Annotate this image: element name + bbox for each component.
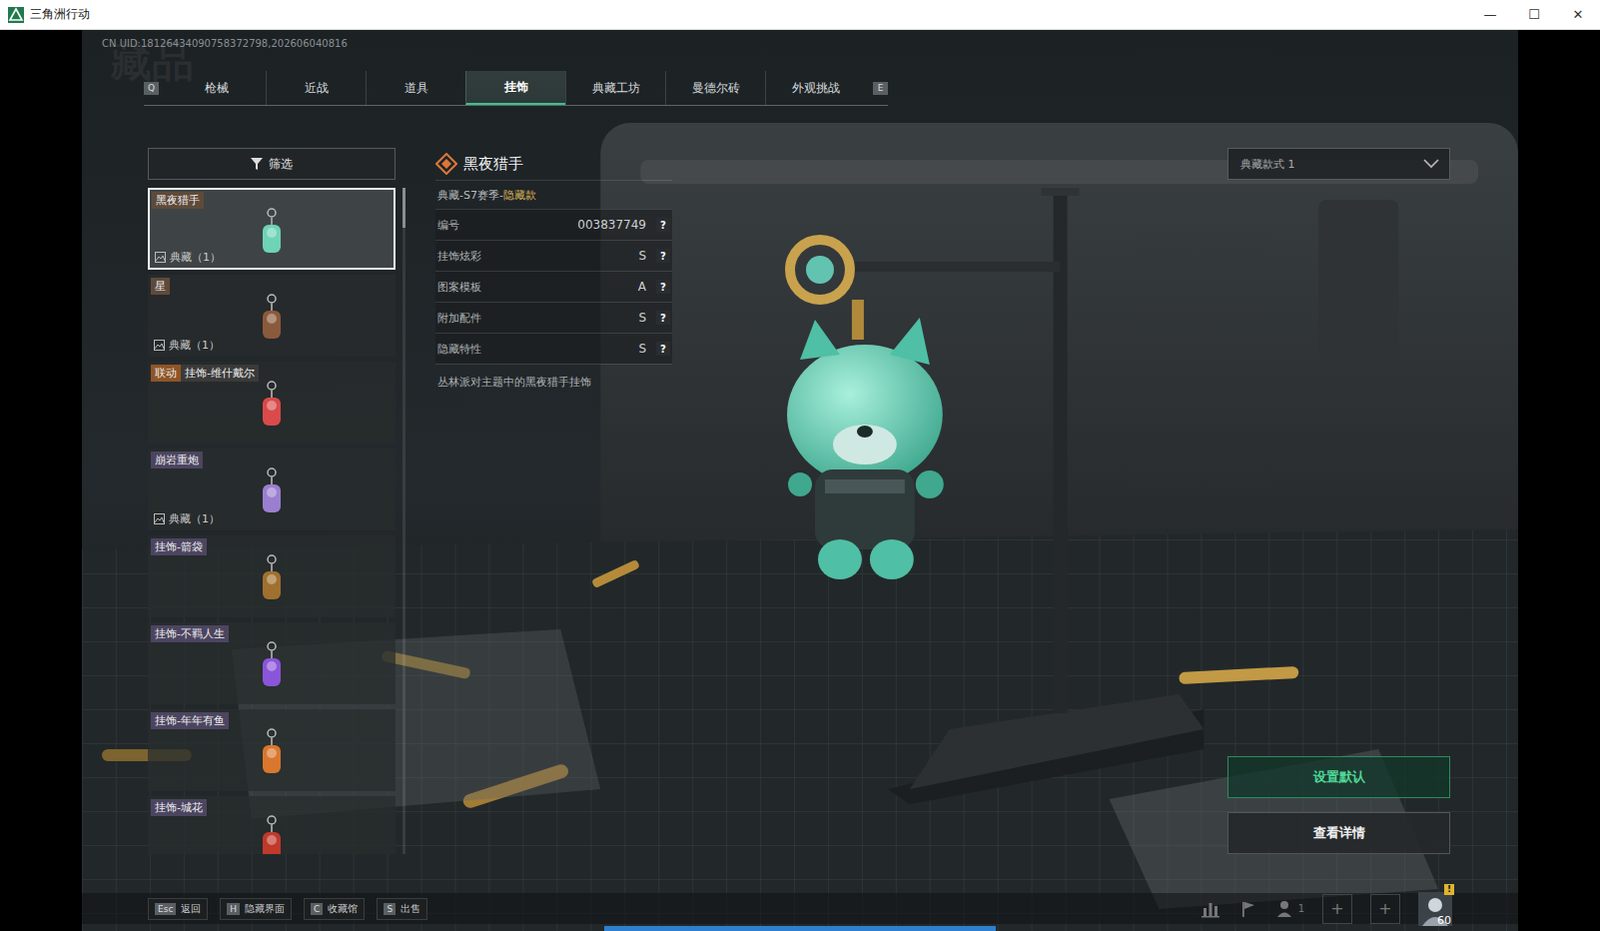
item-card[interactable]: 联动挂饰-维什戴尔 — [147, 361, 396, 444]
help-button[interactable]: ? — [656, 248, 671, 263]
key-hint[interactable]: Esc返回 — [147, 897, 208, 920]
key-hint[interactable]: C收藏馆 — [303, 897, 365, 920]
item-label: 挂饰-不羁人生 — [150, 625, 229, 643]
style-dropdown[interactable]: 典藏款式 1 — [1227, 147, 1451, 180]
item-footer: 典藏（1） — [154, 249, 221, 265]
tab[interactable]: 外观挑战 — [765, 70, 865, 105]
prev-tab-key[interactable]: Q — [143, 81, 159, 95]
image-icon — [153, 513, 165, 525]
item-card[interactable]: 挂饰-城花 — [147, 796, 396, 854]
rarity-diamond-icon — [435, 152, 458, 175]
party-indicator[interactable]: 1 — [1276, 899, 1305, 918]
window-control[interactable]: ✕ — [1556, 6, 1600, 22]
chevron-down-icon — [1423, 158, 1440, 169]
title-bar: 三角洲行动 —☐✕ — [0, 0, 1600, 30]
attribute-row: 图案模板A? — [435, 270, 673, 302]
item-card[interactable]: 星典藏（1） — [147, 274, 396, 357]
player-level: 60 — [1437, 913, 1452, 927]
detail-title: 黑夜猎手 — [435, 147, 673, 180]
item-footer: 典藏（1） — [153, 511, 220, 527]
charm-thumbnail-icon — [254, 553, 289, 606]
attribute-row: 附加配件S? — [435, 301, 673, 333]
item-label: 挂饰-年年有鱼 — [150, 712, 229, 730]
game-viewport: 藏品CN UID:18126434090758372798,2026060408… — [81, 29, 1519, 931]
detail-panel: 黑夜猎手典藏-S7赛季-隐藏款编号003837749?挂饰炫彩S?图案模板A?附… — [435, 147, 673, 854]
flag-icon[interactable] — [1238, 899, 1259, 918]
add-member-slot[interactable]: + — [1370, 893, 1401, 924]
help-button[interactable]: ? — [656, 341, 671, 356]
item-card[interactable]: 挂饰-箭袋 — [147, 535, 396, 618]
bottom-bar: Esc返回 H隐藏界面 C收藏馆 S出售 1 + + !60 — [81, 892, 1519, 924]
category-tabs: Q 枪械近战道具挂饰典藏工坊曼德尔砖外观挑战 E — [143, 70, 888, 106]
tab[interactable]: 枪械 — [166, 70, 266, 105]
filter-button[interactable]: 筛选 — [147, 147, 396, 180]
item-label: 挂饰-维什戴尔 — [180, 364, 259, 382]
window-control[interactable]: ☐ — [1512, 6, 1557, 22]
item-list: 黑夜猎手典藏（1）星典藏（1）联动挂饰-维什戴尔崩岩重炮典藏（1）挂饰-箭袋挂饰… — [147, 187, 396, 854]
charm-thumbnail-icon — [254, 727, 289, 780]
item-label: 崩岩重炮 — [150, 451, 203, 469]
rarity-text: 典藏-S7赛季-隐藏款 — [435, 179, 673, 209]
help-button[interactable]: ? — [656, 217, 671, 232]
window-title: 三角洲行动 — [29, 5, 90, 23]
description: 丛林派对主题中的黑夜猎手挂饰 — [435, 363, 673, 400]
charm-thumbnail-icon — [254, 206, 289, 259]
item-card[interactable]: 黑夜猎手典藏（1） — [147, 187, 396, 270]
item-card[interactable]: 崩岩重炮典藏（1） — [147, 448, 396, 531]
action-button[interactable]: 查看详情 — [1227, 811, 1451, 854]
charm-thumbnail-icon — [254, 466, 289, 519]
attribute-row: 隐藏特性S? — [435, 332, 673, 364]
person-icon — [1276, 899, 1297, 918]
filter-icon — [250, 157, 263, 170]
attribute-row: 挂饰炫彩S? — [435, 239, 673, 271]
alert-badge: ! — [1444, 883, 1455, 895]
app-window: 三角洲行动 —☐✕ 藏品CN UID:18126434090758372798,20… — [0, 0, 1600, 931]
item-card[interactable]: 挂饰-不羁人生 — [147, 622, 396, 705]
help-button[interactable]: ? — [656, 310, 671, 325]
stats-icon[interactable] — [1200, 899, 1221, 918]
key-hint[interactable]: H隐藏界面 — [219, 897, 292, 920]
charm-thumbnail-icon — [254, 640, 289, 693]
uid-text: CN UID:18126434090758372798,202606040816 — [81, 35, 1519, 52]
item-label: 挂饰-箭袋 — [150, 538, 207, 556]
night-hunter-charm-icon — [787, 239, 944, 580]
letterbox-left — [0, 29, 82, 931]
item-list-panel: 筛选黑夜猎手典藏（1）星典藏（1）联动挂饰-维什戴尔崩岩重炮典藏（1）挂饰-箭袋… — [147, 147, 406, 854]
loading-stripe — [604, 925, 996, 931]
item-label: 黑夜猎手 — [151, 191, 204, 209]
window-control[interactable]: — — [1468, 6, 1513, 22]
action-button[interactable]: 设置默认 — [1227, 756, 1451, 799]
charm-thumbnail-icon — [254, 292, 289, 345]
charm-thumbnail-icon — [254, 379, 289, 432]
next-tab-key[interactable]: E — [872, 81, 888, 95]
letterbox-right — [1518, 29, 1600, 931]
image-icon — [154, 251, 166, 263]
item-footer: 典藏（1） — [153, 337, 220, 353]
tab[interactable]: 道具 — [365, 70, 466, 105]
item-badge: 联动 — [150, 364, 181, 382]
image-icon — [153, 339, 165, 351]
app-logo-icon — [7, 6, 24, 23]
tab[interactable]: 典藏工坊 — [565, 70, 666, 105]
item-label: 挂饰-城花 — [150, 799, 207, 816]
list-scrollbar[interactable] — [402, 187, 406, 854]
tab[interactable]: 近战 — [265, 70, 366, 105]
attribute-row: 编号003837749? — [435, 208, 673, 240]
item-card[interactable]: 挂饰-年年有鱼 — [147, 709, 396, 792]
player-avatar[interactable]: !60 — [1418, 891, 1453, 926]
help-button[interactable]: ? — [656, 279, 671, 294]
tab[interactable]: 曼德尔砖 — [665, 70, 766, 105]
item-label: 星 — [150, 277, 170, 295]
charm-thumbnail-icon — [254, 813, 289, 854]
tab[interactable]: 挂饰 — [465, 70, 566, 105]
add-member-slot[interactable]: + — [1322, 893, 1353, 924]
key-hint[interactable]: S出售 — [376, 897, 428, 920]
